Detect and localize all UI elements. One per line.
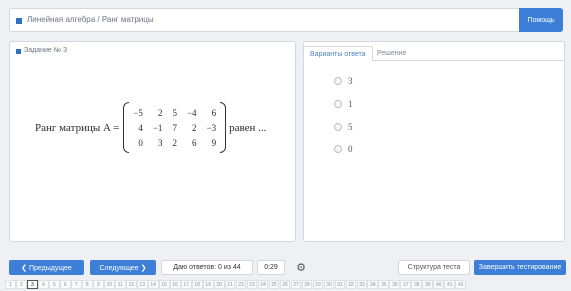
page-number-button[interactable]: 8 [81, 280, 93, 289]
page-number-button[interactable]: 2 [15, 280, 27, 289]
matrix-cell: −4 [186, 107, 197, 118]
matrix-cell: −3 [206, 122, 217, 133]
question-pagination: 1 2 3 4 5 6 7 8 9 10 11 12 13 14 15 16 17 18 19 20 21 22 23 24 2… [5, 280, 567, 290]
answer-tabs: Варианты ответа Решение [303, 42, 564, 61]
answer-option-label: 0 [348, 144, 353, 154]
page-number-button[interactable]: 12 [125, 280, 137, 289]
tab-answer-options[interactable]: Варианты ответа [303, 46, 373, 61]
previous-button[interactable]: ❮ Предыдущее [9, 260, 84, 275]
answer-option-label: 3 [348, 76, 353, 86]
next-button[interactable]: Следующее ❯ [90, 260, 156, 275]
page-number-button[interactable]: 33 [356, 280, 368, 289]
question-suffix: равен ... [229, 121, 267, 134]
page-number-button[interactable]: 32 [345, 280, 357, 289]
page-number-button[interactable]: 23 [246, 280, 258, 289]
matrix: −5 2 5 −4 6 4 −1 7 2 −3 0 3 2 6 9 [123, 102, 226, 153]
tab-solution[interactable]: Решение [371, 46, 412, 61]
page-number-button[interactable]: 41 [444, 280, 456, 289]
gear-icon[interactable]: ⚙ [294, 259, 308, 275]
page-number-button[interactable]: 10 [103, 280, 115, 289]
page-number-button[interactable]: 40 [433, 280, 445, 289]
page-number-button[interactable]: 25 [268, 280, 280, 289]
page-number-button[interactable]: 27 [290, 280, 302, 289]
page-number-button[interactable]: 39 [422, 280, 434, 289]
page-number-button[interactable]: 20 [213, 280, 225, 289]
page-number-button[interactable]: 13 [136, 280, 148, 289]
test-structure-button[interactable]: Структура теста [398, 260, 470, 275]
finish-test-button[interactable]: Завершить тестирование [474, 260, 566, 275]
answer-option[interactable]: 3 [334, 76, 353, 86]
page-number-button[interactable]: 16 [169, 280, 181, 289]
answer-panel: Варианты ответа Решение 3 1 5 0 [303, 41, 565, 242]
matrix-row: 4 −1 7 2 −3 [128, 120, 221, 135]
page-number-button[interactable]: 26 [279, 280, 291, 289]
matrix-row: −5 2 5 −4 6 [128, 105, 221, 120]
matrix-cell: −1 [152, 122, 163, 133]
page-number-button[interactable]: 42 [455, 280, 467, 289]
radio-button[interactable] [334, 100, 342, 108]
timer: 0:29 [257, 260, 285, 275]
task-panel: Задание № 3 Ранг матрицы A = −5 2 5 −4 6… [9, 41, 296, 242]
page-number-button[interactable]: 24 [257, 280, 269, 289]
page-number-button[interactable]: 36 [389, 280, 401, 289]
answer-option[interactable]: 1 [334, 99, 353, 109]
page-number-button[interactable]: 15 [158, 280, 170, 289]
question: Ранг матрицы A = −5 2 5 −4 6 4 −1 7 2 −3… [35, 102, 295, 153]
page-number-button[interactable]: 19 [202, 280, 214, 289]
page-number-button[interactable]: 22 [235, 280, 247, 289]
matrix-cell: 6 [211, 107, 217, 118]
page-number-button[interactable]: 6 [59, 280, 71, 289]
page-number-button[interactable]: 9 [92, 280, 104, 289]
matrix-row: 0 3 2 6 9 [128, 135, 221, 150]
radio-button[interactable] [334, 77, 342, 85]
help-button[interactable]: Помощь [519, 8, 563, 32]
matrix-cell: 6 [192, 137, 197, 148]
page-number-button[interactable]: 7 [70, 280, 82, 289]
page-number-button[interactable]: 14 [147, 280, 159, 289]
page-number-button[interactable]: 1 [5, 280, 16, 289]
matrix-cell: 7 [172, 122, 177, 133]
matrix-cell: 0 [138, 137, 143, 148]
answer-option-label: 1 [348, 99, 353, 109]
page-number-button[interactable]: 21 [224, 280, 236, 289]
matrix-cell: 2 [172, 137, 177, 148]
matrix-cell: 3 [157, 137, 163, 148]
matrix-cell: 2 [192, 122, 197, 133]
radio-button[interactable] [334, 145, 342, 153]
page-number-button[interactable]: 31 [334, 280, 346, 289]
page-number-button[interactable]: 3 [26, 280, 38, 289]
page-number-button[interactable]: 37 [400, 280, 412, 289]
page-number-button[interactable]: 34 [367, 280, 379, 289]
radio-button[interactable] [334, 123, 342, 131]
breadcrumb: Линейная алгебра / Ранг матрицы [27, 15, 154, 24]
answer-option-label: 5 [348, 122, 353, 132]
page-number-button[interactable]: 35 [378, 280, 390, 289]
breadcrumb-bar: Линейная алгебра / Ранг матрицы Помощь [9, 8, 563, 32]
matrix-cell: 4 [138, 122, 143, 133]
page-number-button[interactable]: 28 [301, 280, 313, 289]
page-number-button[interactable]: 29 [312, 280, 324, 289]
page-number-button[interactable]: 11 [114, 280, 126, 289]
answer-option[interactable]: 5 [334, 122, 353, 132]
matrix-cell: 2 [157, 107, 163, 118]
answer-option[interactable]: 0 [334, 144, 353, 154]
page-number-button[interactable]: 5 [48, 280, 60, 289]
square-icon [16, 18, 22, 24]
task-heading: Задание № 3 [24, 47, 68, 54]
square-icon [16, 49, 21, 54]
page-number-button[interactable]: 18 [191, 280, 203, 289]
matrix-cell: −5 [133, 107, 143, 118]
matrix-cell: 9 [211, 137, 217, 148]
answered-count: Даю ответов: 0 из 44 [161, 260, 253, 275]
page-number-button[interactable]: 38 [411, 280, 423, 289]
question-prefix: Ранг матрицы A = [35, 121, 120, 134]
page-number-button[interactable]: 30 [323, 280, 335, 289]
matrix-cell: 5 [172, 107, 177, 118]
page-number-button[interactable]: 4 [37, 280, 49, 289]
page-number-button[interactable]: 17 [180, 280, 192, 289]
